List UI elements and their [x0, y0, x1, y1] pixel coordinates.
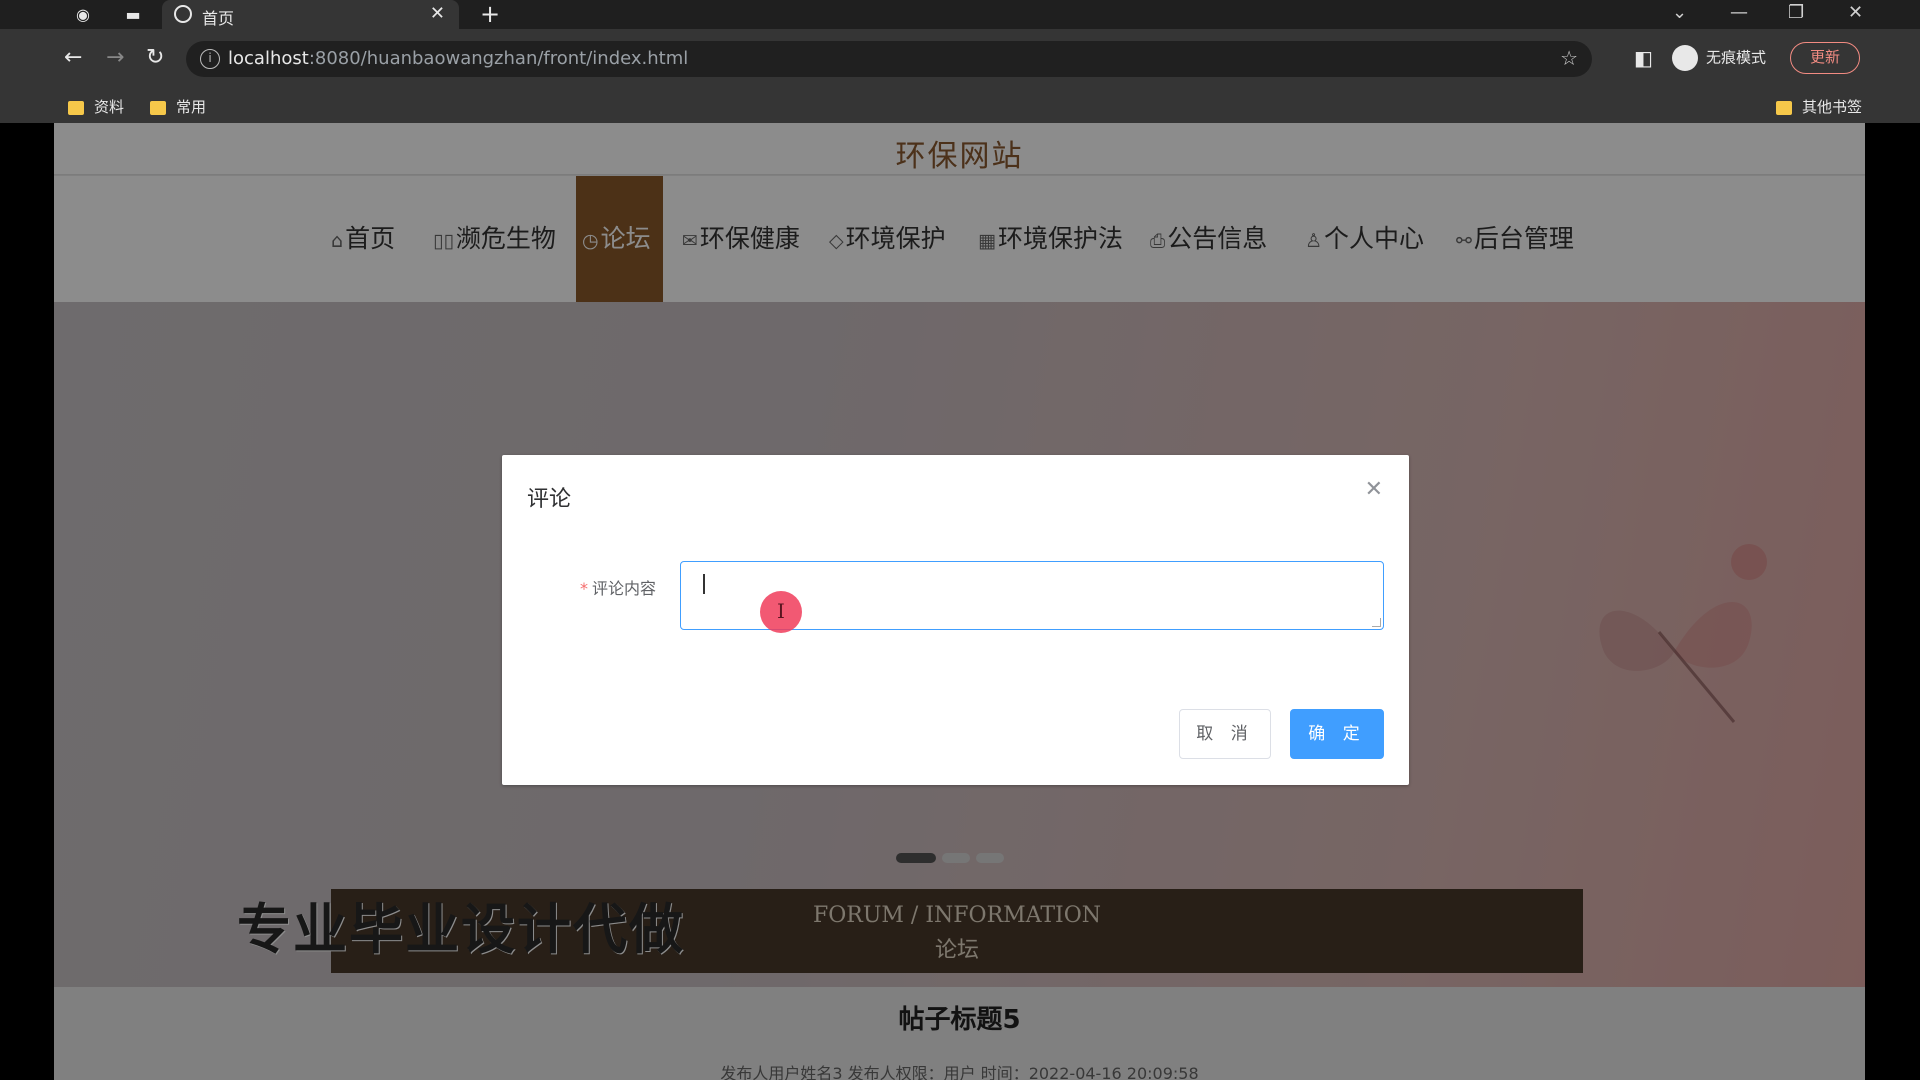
close-icon[interactable]: ✕ [1365, 477, 1383, 502]
window-close-icon[interactable]: ✕ [1848, 2, 1863, 23]
browser-tab[interactable]: 首页 ✕ [162, 0, 459, 29]
minimize-icon[interactable]: — [1730, 2, 1748, 23]
globe-icon [174, 5, 192, 23]
sidepanel-icon[interactable]: ◧ [1634, 43, 1653, 73]
new-tab-button[interactable]: + [480, 0, 500, 29]
url-text: localhost:8080/huanbaowangzhan/front/ind… [228, 48, 689, 69]
folder-icon [68, 100, 84, 115]
folder-icon [150, 100, 166, 115]
reload-icon[interactable]: ↻ [146, 43, 164, 73]
incognito-indicator[interactable]: 无痕模式 [1672, 45, 1766, 71]
confirm-button[interactable]: 确 定 [1290, 709, 1384, 759]
incognito-icon [1672, 45, 1698, 71]
text-caret [703, 574, 705, 594]
bookmark-folder-changyong[interactable]: 常用 [150, 96, 206, 117]
tab-list-icon[interactable]: ⌄ [1672, 2, 1687, 23]
tab-title: 首页 [202, 9, 235, 28]
forward-icon[interactable]: → [106, 43, 124, 73]
site-info-icon[interactable]: i [200, 49, 220, 69]
back-icon[interactable]: ← [64, 43, 82, 73]
dialog-title: 评论 [527, 487, 572, 512]
folder-icon [1776, 100, 1792, 115]
close-tab-icon[interactable]: ✕ [430, 3, 445, 24]
browser-menu-icon[interactable]: ◉ [72, 4, 94, 26]
cancel-button[interactable]: 取 消 [1179, 709, 1271, 759]
address-bar-row: ← → ↻ i localhost:8080/huanbaowangzhan/f… [0, 29, 1920, 87]
bookmark-folder-ziliao[interactable]: 资料 [68, 96, 124, 117]
bookmark-star-icon[interactable]: ☆ [1560, 46, 1578, 70]
resize-handle-icon[interactable] [1372, 618, 1381, 627]
comment-field-label: * 评论内容 [580, 579, 657, 598]
restore-icon[interactable]: ❐ [1788, 2, 1804, 23]
comment-dialog: 评论 ✕ * 评论内容 I 取 消 确 定 [502, 455, 1409, 785]
bookmark-folder-other[interactable]: 其他书签 [1776, 96, 1862, 117]
bookmarks-bar: 资料 常用 其他书签 [0, 87, 1920, 123]
tab-search-icon[interactable]: ▬ [122, 4, 144, 26]
browser-tab-bar: ◉ ▬ 首页 ✕ + ⌄ — ❐ ✕ [0, 0, 1920, 29]
update-button[interactable]: 更新 [1790, 42, 1860, 74]
text-cursor-icon: I [760, 591, 802, 633]
url-field[interactable]: i localhost:8080/huanbaowangzhan/front/i… [186, 41, 1592, 77]
